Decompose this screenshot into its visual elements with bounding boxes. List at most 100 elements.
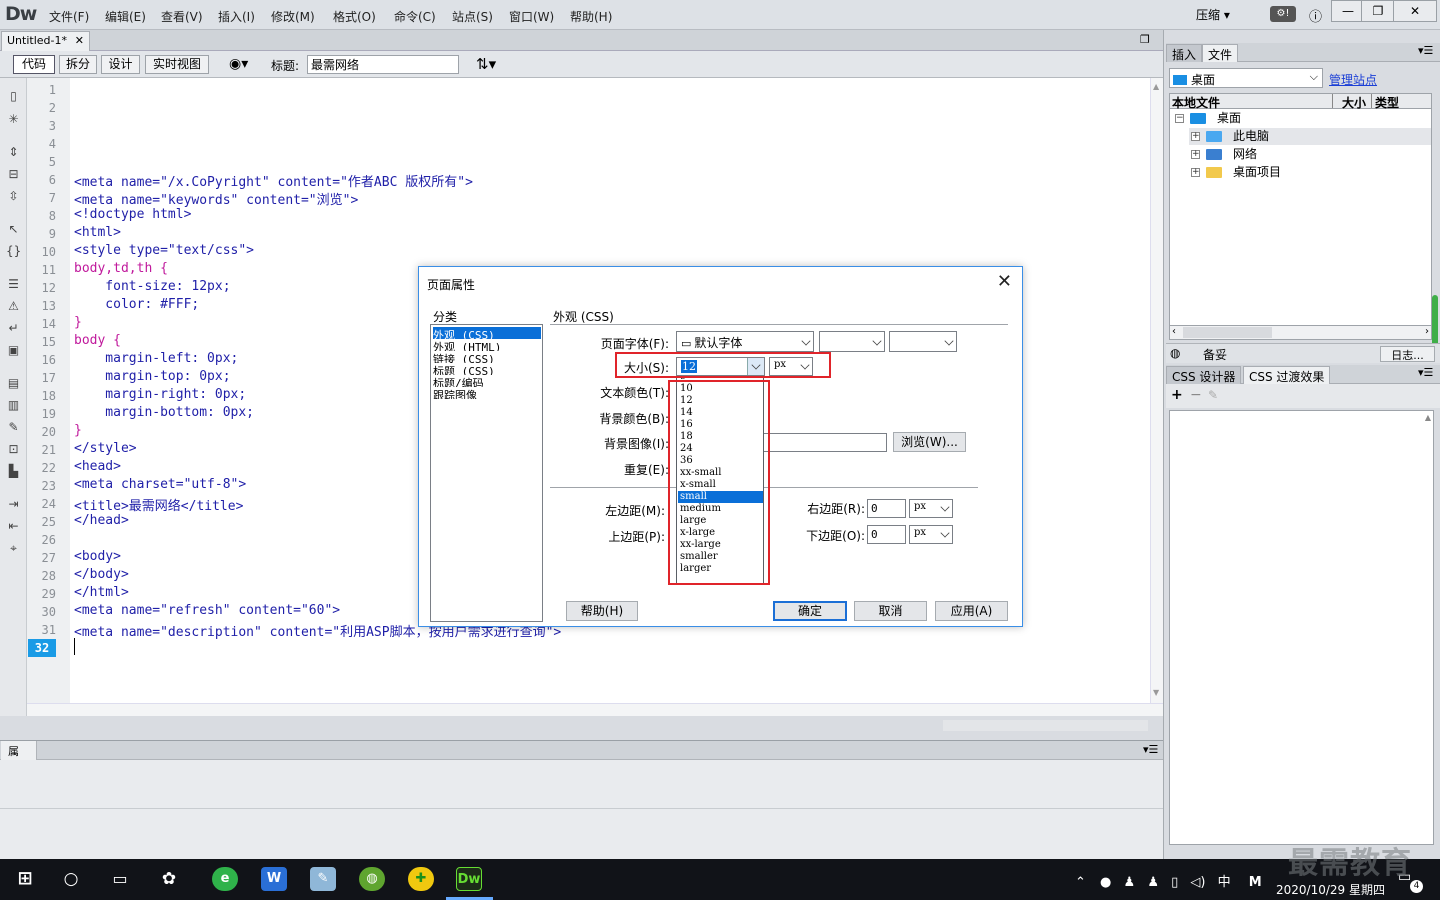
open-documents-icon[interactable]: ▯ (6, 90, 21, 103)
close-tab-icon[interactable]: ✕ (75, 34, 84, 47)
code-line[interactable]: <meta name="/x.CoPyright" content="作者ABC… (74, 171, 473, 190)
code-line[interactable]: margin-bottom: 0px; (74, 405, 254, 423)
help-button[interactable]: 帮助(H) (566, 601, 638, 621)
menu-view[interactable]: 查看(V) (161, 8, 203, 25)
code-line[interactable]: </style> (74, 441, 137, 459)
search-icon[interactable]: ○ (58, 867, 84, 891)
tab-files[interactable]: 文件 (1202, 44, 1239, 62)
editor-vertical-scrollbar[interactable]: ▲ ▼ (1150, 78, 1163, 703)
scroll-up-icon[interactable]: ▲ (1153, 82, 1159, 91)
browser-preview-icon[interactable]: ◉▾ (229, 56, 248, 72)
split-view-button[interactable]: 拆分 (59, 55, 97, 74)
code-line[interactable]: color: #FFF; (74, 297, 199, 315)
volume-icon[interactable]: ◁) (1190, 875, 1205, 890)
plus-icon[interactable]: + (1171, 387, 1183, 403)
plus-app-icon[interactable]: ✚ (408, 867, 434, 891)
log-button[interactable]: 日志... (1380, 346, 1435, 362)
collapse-full-tag-icon[interactable]: ⇕ (6, 146, 21, 159)
menu-file[interactable]: 文件(F) (49, 8, 89, 25)
line-numbers-icon[interactable]: ☰ (6, 278, 21, 291)
category-item[interactable]: 外观 (HTML) (433, 339, 541, 351)
code-line[interactable]: <style type="text/css"> (74, 243, 254, 261)
horizontal-scroll-thumb[interactable] (943, 720, 1148, 731)
help-circle-icon[interactable]: ⓘ (1309, 6, 1322, 25)
design-view-button[interactable]: 设计 (101, 55, 140, 74)
font-weight-select[interactable] (889, 331, 957, 352)
collapse-icon[interactable]: − (1175, 114, 1184, 123)
connect-icon[interactable]: ◍ (1170, 346, 1180, 360)
properties-tab[interactable]: 属性 (1, 741, 37, 774)
code-line[interactable]: } (74, 423, 82, 441)
right-margin-input[interactable] (867, 499, 906, 518)
pinwheel-app-icon[interactable]: ✿ (156, 867, 182, 891)
code-line[interactable]: margin-left: 0px; (74, 351, 238, 369)
code-line[interactable]: body { (74, 333, 121, 351)
apply-button[interactable]: 应用(A) (935, 601, 1008, 621)
code-line[interactable]: </html> (74, 585, 129, 603)
category-item[interactable]: 链接 (CSS) (433, 351, 541, 363)
menu-window[interactable]: 窗口(W) (509, 8, 554, 25)
code-line[interactable]: <head> (74, 459, 121, 477)
collapse-selection-icon[interactable]: ⊟ (6, 168, 21, 181)
category-item[interactable]: 标题/编码 (433, 375, 541, 387)
network-tray-icon[interactable]: ▯ (1171, 875, 1178, 890)
tray-chevron-icon[interactable]: ⌃ (1075, 875, 1086, 890)
wechat-icon[interactable]: ● (1100, 875, 1111, 890)
expand-icon[interactable]: + (1191, 150, 1200, 159)
syntax-coloring-icon[interactable]: ▣ (6, 344, 21, 357)
browser-app-icon[interactable]: e (212, 867, 238, 891)
cancel-button[interactable]: 取消 (854, 601, 927, 621)
browse-button[interactable]: 浏览(W)... (893, 432, 966, 452)
clock[interactable]: 2020/10/29 星期四 (1276, 881, 1385, 898)
code-line[interactable]: } (74, 315, 82, 333)
ime-indicator[interactable]: 中 (1218, 875, 1231, 890)
qq-icon[interactable]: ♟ (1147, 875, 1159, 890)
code-line[interactable]: <meta name="keywords" content="浏览"> (74, 189, 358, 208)
collapse-tag-icon[interactable]: ✳ (6, 113, 21, 126)
code-line[interactable]: <html> (74, 225, 121, 243)
menu-site[interactable]: 站点(S) (452, 8, 493, 25)
panel-resize-handle[interactable] (1432, 295, 1438, 350)
expand-icon[interactable]: + (1191, 132, 1200, 141)
format-source-icon[interactable]: ⌖ (6, 542, 21, 555)
scroll-left-icon[interactable]: ‹ (1172, 326, 1176, 337)
page-font-select[interactable]: ▭ 默认字体 (676, 331, 814, 352)
task-view-icon[interactable]: ▭ (107, 867, 133, 891)
tab-css-transitions[interactable]: CSS 过渡效果 (1243, 366, 1331, 384)
dreamweaver-app-icon[interactable]: Dw (456, 867, 482, 891)
editor-horizontal-scrollbar[interactable] (27, 703, 1163, 716)
right-margin-unit-select[interactable]: px (909, 499, 953, 518)
expand-icon[interactable]: + (1191, 168, 1200, 177)
tree-item[interactable]: − 桌面 (1173, 110, 1431, 127)
code-line[interactable]: font-size: 12px; (74, 279, 230, 297)
word-app-icon[interactable]: W (261, 867, 287, 891)
balance-braces-icon[interactable]: {} (6, 245, 21, 258)
font-style-select[interactable] (819, 331, 885, 352)
move-css-icon[interactable]: ▙ (6, 465, 21, 478)
file-transfer-icon[interactable]: ⇅▾ (476, 55, 496, 73)
category-item[interactable]: 标题 (CSS) (433, 363, 541, 375)
select-parent-tag-icon[interactable]: ↖ (6, 223, 21, 236)
remove-comment-icon[interactable]: ▥ (6, 399, 21, 412)
expand-all-icon[interactable]: ⇳ (6, 190, 21, 203)
edit-icon[interactable]: ✎ (1208, 388, 1218, 402)
scroll-down-icon[interactable]: ▼ (1153, 688, 1159, 697)
highlight-invalid-icon[interactable]: ⚠ (6, 300, 21, 313)
code-line[interactable]: body,td,th { (74, 261, 168, 279)
code-line[interactable]: <!doctype html> (74, 207, 191, 225)
category-item[interactable]: 跟踪图像 (433, 387, 541, 399)
title-input[interactable] (307, 55, 459, 74)
panel-menu-icon[interactable]: ▾☰ (1143, 743, 1158, 756)
ok-button[interactable]: 确定 (773, 601, 847, 621)
tree-item[interactable]: + 桌面项目 (1189, 164, 1431, 181)
scroll-up-icon[interactable]: ▲ (1425, 413, 1431, 422)
notepad-app-icon[interactable]: ✎ (310, 867, 336, 891)
workspace-switcher[interactable]: 压缩 ▾ (1196, 6, 1230, 23)
code-line[interactable]: </head> (74, 513, 129, 531)
code-line[interactable]: <meta charset="utf-8"> (74, 477, 246, 495)
tab-css-designer[interactable]: CSS 设计器 (1166, 366, 1242, 384)
indent-icon[interactable]: ⇥ (6, 498, 21, 511)
sync-settings-icon[interactable]: ⚙! (1270, 6, 1296, 22)
tree-item[interactable]: + 此电脑 (1189, 128, 1431, 145)
code-line[interactable]: </body> (74, 567, 129, 585)
